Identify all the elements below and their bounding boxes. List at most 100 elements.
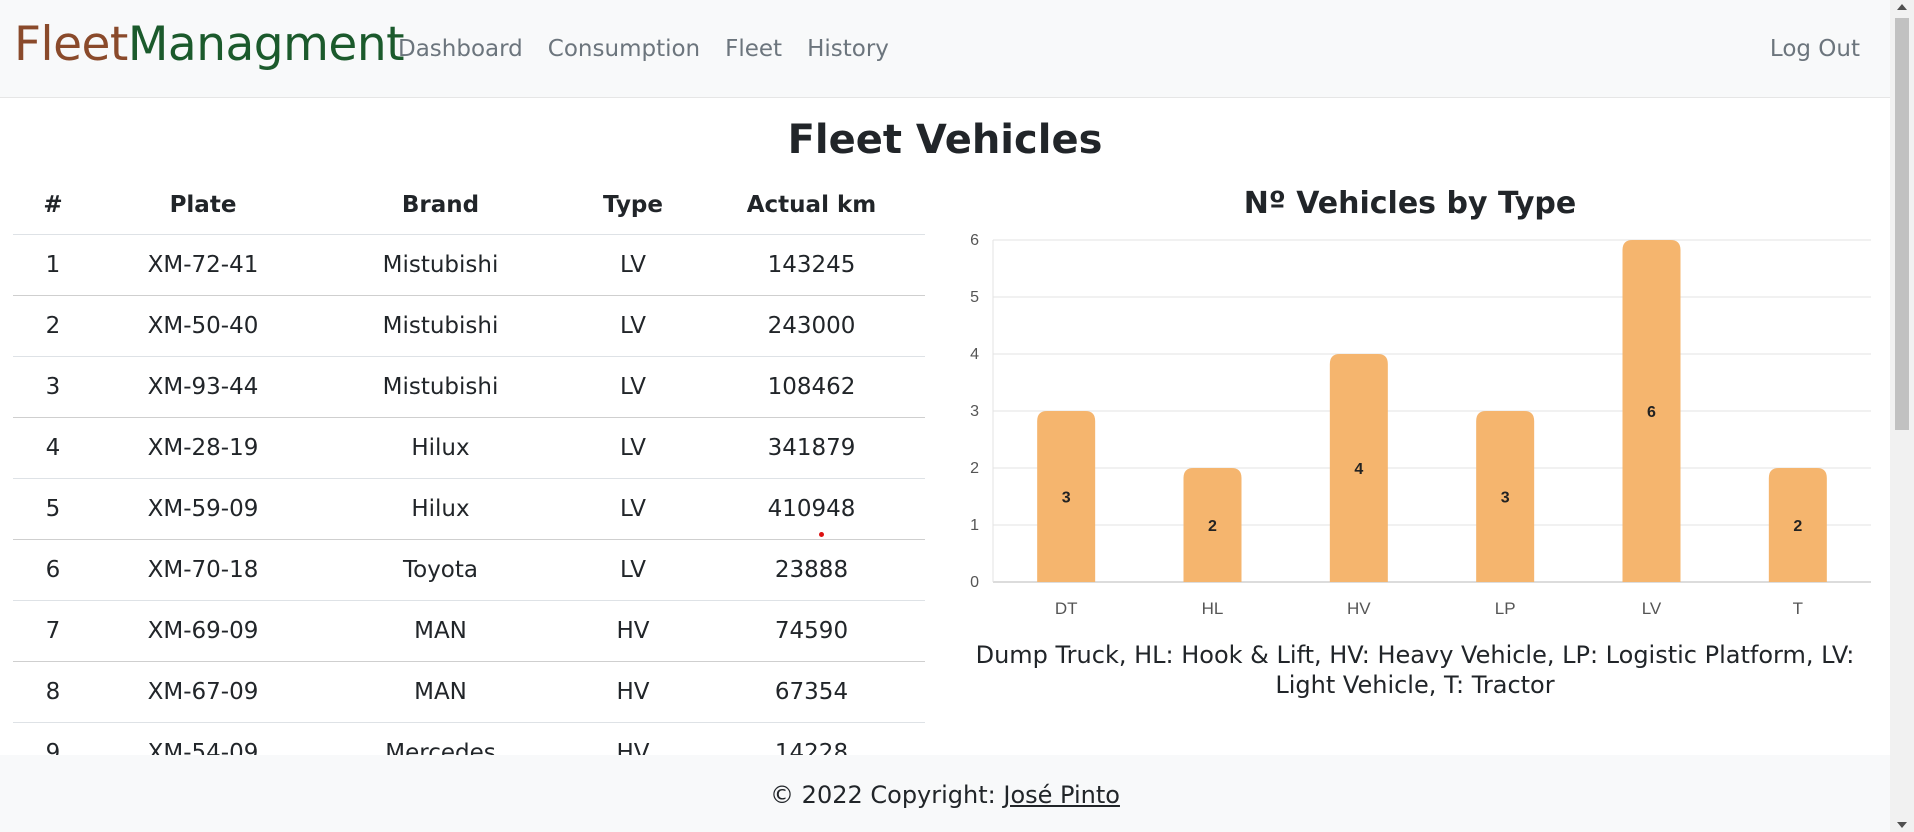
brand-logo[interactable]: FleetManagment [14, 14, 405, 76]
cell-plate: XM-67-09 [93, 661, 313, 723]
bar-value-label: 6 [1647, 404, 1656, 421]
navbar: FleetManagment Dashboard Consumption Fle… [0, 0, 1890, 98]
x-tick-label: HL [1202, 599, 1224, 618]
cell-type: LV [568, 478, 698, 540]
x-tick-label: DT [1055, 599, 1078, 618]
cell-actual-km: 67354 [698, 661, 925, 723]
bar-value-label: 2 [1793, 518, 1802, 535]
y-tick-label: 5 [970, 289, 979, 306]
cell-number: 1 [13, 234, 93, 296]
cell-actual-km: 23888 [698, 539, 925, 601]
cell-type: LV [568, 295, 698, 357]
brand-part-managment: Managment [127, 17, 405, 72]
cell-plate: XM-59-09 [93, 478, 313, 540]
table-header-row: # Plate Brand Type Actual km [13, 175, 925, 235]
nav-link-consumption[interactable]: Consumption [548, 34, 700, 64]
x-tick-label: HV [1347, 599, 1371, 618]
bar-value-label: 3 [1062, 490, 1071, 507]
cell-brand: MAN [313, 600, 568, 662]
cell-actual-km: 108462 [698, 356, 925, 418]
nav-links: Dashboard Consumption Fleet History [398, 34, 914, 64]
x-tick-label: LV [1642, 599, 1662, 618]
cell-brand: Toyota [313, 539, 568, 601]
cell-type: LV [568, 356, 698, 418]
bar-value-label: 2 [1208, 518, 1217, 535]
cell-plate: XM-28-19 [93, 417, 313, 479]
y-tick-label: 2 [970, 460, 979, 477]
cell-number: 8 [13, 661, 93, 723]
nav-link-history[interactable]: History [807, 34, 889, 64]
cell-plate: XM-50-40 [93, 295, 313, 357]
cell-number: 4 [13, 417, 93, 479]
table-row: 3 XM-93-44 Mistubishi LV 108462 [13, 356, 925, 418]
logout-link[interactable]: Log Out [1770, 34, 1860, 64]
cell-number: 5 [13, 478, 93, 540]
table-row: 6 XM-70-18 Toyota LV 23888 [13, 539, 925, 601]
cell-type: LV [568, 234, 698, 296]
author-link[interactable]: José Pinto [1003, 781, 1120, 809]
table-row: 7 XM-69-09 MAN HV 74590 [13, 600, 925, 662]
cell-number: 3 [13, 356, 93, 418]
cell-number: 6 [13, 539, 93, 601]
cell-plate: XM-93-44 [93, 356, 313, 418]
nav-link-fleet[interactable]: Fleet [725, 34, 782, 64]
cell-type: HV [568, 722, 698, 755]
cell-type: HV [568, 661, 698, 723]
table-row: 5 XM-59-09 Hilux LV 410948 [13, 478, 925, 540]
cell-number: 2 [13, 295, 93, 357]
scrollbar[interactable] [1890, 0, 1914, 832]
cell-actual-km: 243000 [698, 295, 925, 357]
copyright-text: © 2022 Copyright: [770, 781, 1004, 809]
vehicles-table-container[interactable]: # Plate Brand Type Actual km 1 XM-72-41 Mi… [13, 175, 925, 755]
header-brand: Brand [313, 175, 568, 235]
y-tick-label: 3 [970, 403, 979, 420]
cell-actual-km: 14228 [698, 722, 925, 755]
cell-number: 9 [13, 722, 93, 755]
table-row: 9 XM-54-09 Mercedes HV 14228 [13, 722, 925, 755]
cell-actual-km: 410948 [698, 478, 925, 540]
header-type: Type [568, 175, 698, 235]
cell-plate: XM-69-09 [93, 600, 313, 662]
y-tick-label: 6 [970, 232, 979, 249]
cell-brand: Mercedes [313, 722, 568, 755]
y-tick-label: 4 [970, 346, 979, 363]
cell-type: LV [568, 417, 698, 479]
bar-value-label: 4 [1354, 461, 1363, 478]
x-tick-label: LP [1495, 599, 1516, 618]
table-row: 8 XM-67-09 MAN HV 67354 [13, 661, 925, 723]
cell-type: LV [568, 539, 698, 601]
cell-plate: XM-72-41 [93, 234, 313, 296]
table-row: 4 XM-28-19 Hilux LV 341879 [13, 417, 925, 479]
cell-plate: XM-70-18 [93, 539, 313, 601]
cell-brand: Hilux [313, 417, 568, 479]
cursor-marker [819, 532, 824, 537]
table-row: 2 XM-50-40 Mistubishi LV 243000 [13, 295, 925, 357]
footer: © 2022 Copyright: José Pinto [0, 755, 1890, 832]
cell-brand: Mistubishi [313, 234, 568, 296]
table-body: 1 XM-72-41 Mistubishi LV 143245 2 XM-50-40 Mist… [13, 234, 925, 755]
brand-part-fleet: Fleet [14, 17, 128, 72]
cell-actual-km: 143245 [698, 234, 925, 296]
vehicles-table: # Plate Brand Type Actual km 1 XM-72-41 Mi… [13, 175, 925, 755]
nav-link-dashboard[interactable]: Dashboard [398, 34, 523, 64]
scroll-down-icon[interactable] [1897, 822, 1907, 828]
cell-number: 7 [13, 600, 93, 662]
cell-brand: Mistubishi [313, 295, 568, 357]
bar-value-label: 3 [1501, 490, 1510, 507]
vehicles-by-type-chart: Nº Vehicles by Type 0 1 2 3 4 5 6 3 DT 2 HL 4 HV 3 LP 6… [945, 180, 1875, 620]
header-actual-km: Actual km [698, 175, 925, 235]
scrollbar-thumb[interactable] [1895, 18, 1909, 430]
header-number: # [13, 175, 93, 235]
cell-brand: Mistubishi [313, 356, 568, 418]
chart-canvas: 0 1 2 3 4 5 6 3 DT 2 HL 4 HV 3 LP 6 LV 2 T [970, 232, 1871, 618]
y-tick-label: 1 [970, 517, 979, 534]
cell-brand: MAN [313, 661, 568, 723]
scroll-up-icon[interactable] [1897, 4, 1907, 10]
cell-brand: Hilux [313, 478, 568, 540]
cell-plate: XM-54-09 [93, 722, 313, 755]
page-title: Fleet Vehicles [787, 117, 1103, 163]
table-row: 1 XM-72-41 Mistubishi LV 143245 [13, 234, 925, 296]
cell-type: HV [568, 600, 698, 662]
cell-actual-km: 341879 [698, 417, 925, 479]
header-plate: Plate [93, 175, 313, 235]
